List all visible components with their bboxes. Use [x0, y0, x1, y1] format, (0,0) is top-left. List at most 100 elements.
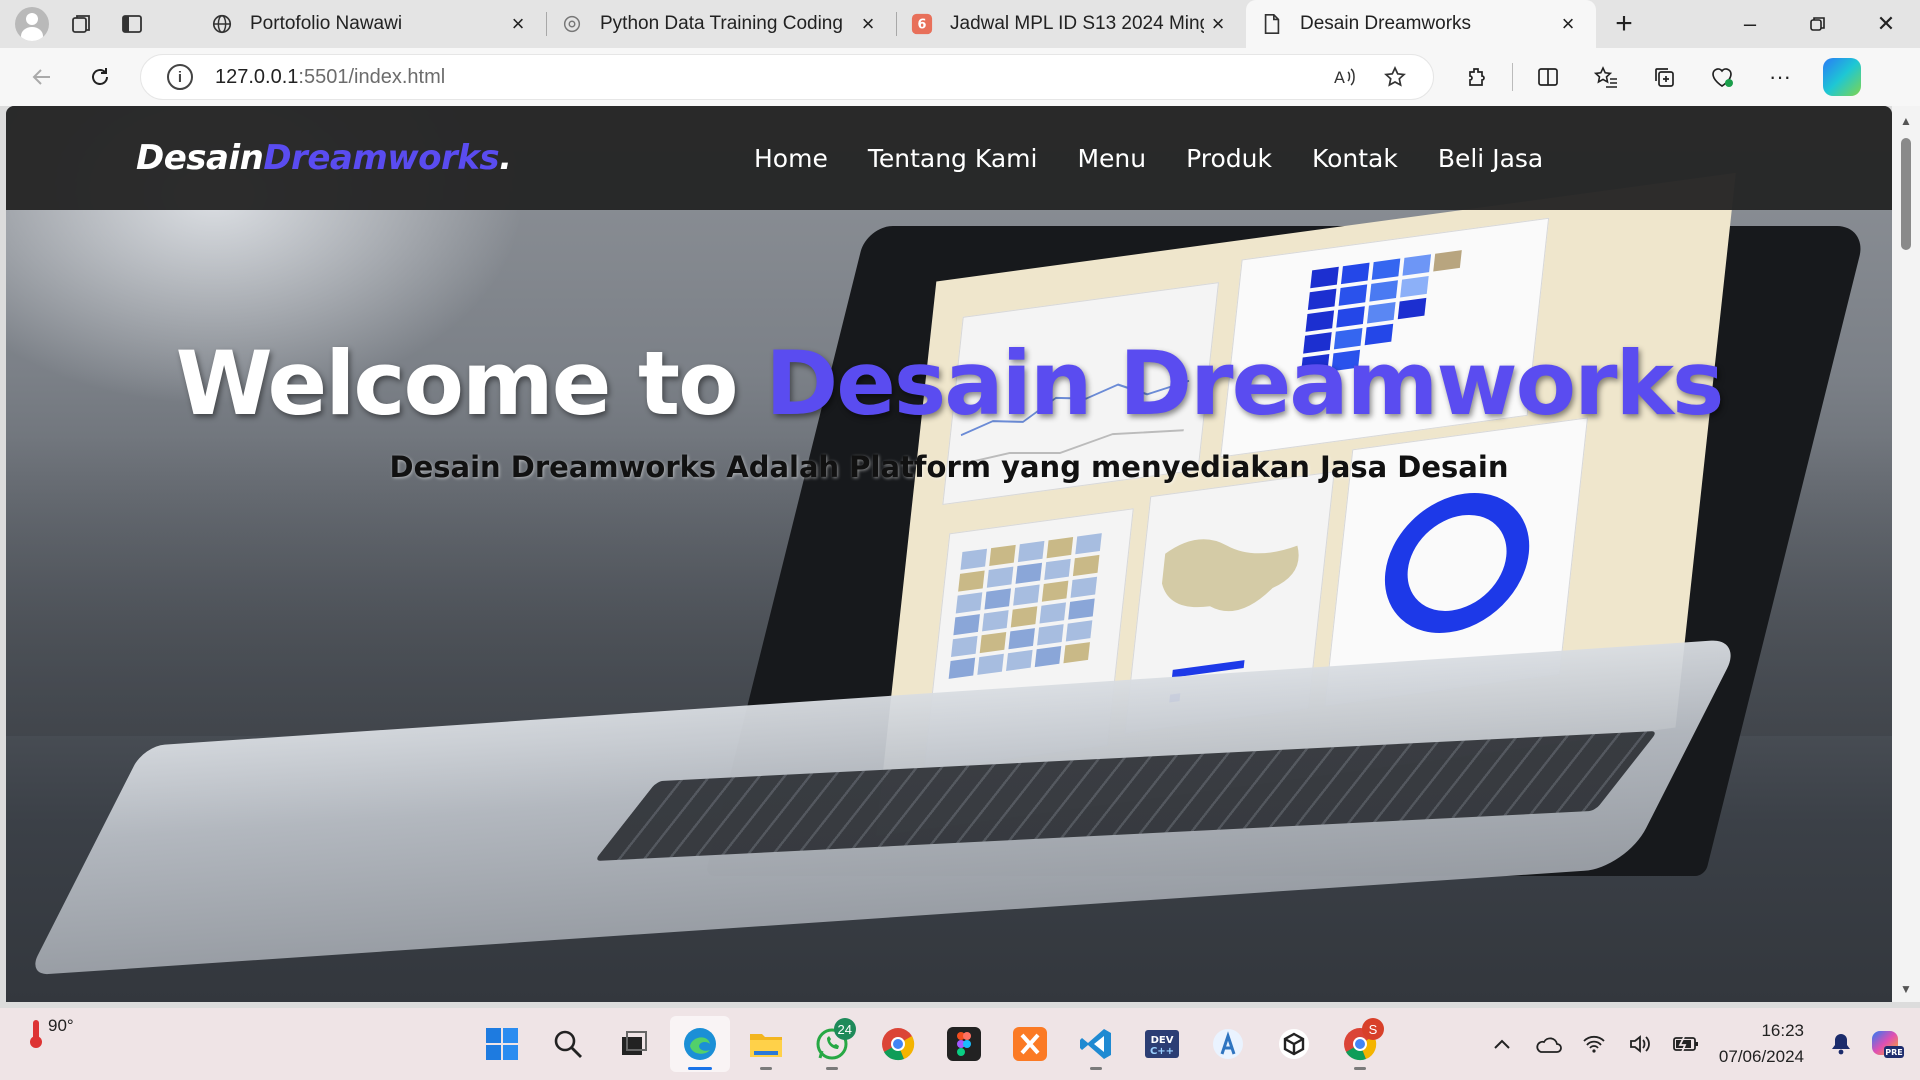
clock-date: 07/06/2024: [1718, 1047, 1804, 1066]
page-icon: [1260, 12, 1284, 36]
reload-icon: [92, 68, 108, 85]
copilot-taskbar-button[interactable]: PRE: [1864, 1021, 1910, 1067]
heart-pulse-icon: [1712, 68, 1733, 87]
start-button[interactable]: [472, 1016, 532, 1072]
taskbar-whatsapp[interactable]: 24: [802, 1016, 862, 1072]
tab-actions-button[interactable]: [112, 4, 152, 44]
favorites-button[interactable]: [1577, 54, 1635, 100]
workspaces-button[interactable]: [62, 4, 102, 44]
taskbar-android-studio[interactable]: [1198, 1016, 1258, 1072]
scrollbar-thumb[interactable]: [1901, 138, 1911, 250]
search-button[interactable]: [538, 1016, 598, 1072]
chevron-up-icon: [1494, 1039, 1510, 1049]
favorite-star-icon[interactable]: [1379, 61, 1411, 93]
read-aloud-icon[interactable]: A: [1329, 61, 1361, 93]
taskbar-devcpp[interactable]: DEV C++: [1132, 1016, 1192, 1072]
close-tab-button[interactable]: ×: [1554, 10, 1582, 38]
new-tab-button[interactable]: +: [1600, 0, 1648, 48]
copilot-button[interactable]: [1823, 58, 1861, 96]
notifications-button[interactable]: [1818, 1021, 1864, 1067]
nav-menu[interactable]: Menu: [1077, 144, 1146, 173]
page-viewport: DesainDreamworks. Home Tentang Kami Menu…: [6, 106, 1892, 1002]
more-options-button[interactable]: ···: [1751, 54, 1809, 100]
running-indicator: [760, 1067, 772, 1070]
browser-essentials-button[interactable]: [1693, 54, 1751, 100]
taskbar-file-explorer[interactable]: [736, 1016, 796, 1072]
system-tray: 16:23 07/06/2024 PRE: [1479, 1008, 1920, 1080]
nav-home[interactable]: Home: [754, 144, 828, 173]
thermometer-icon: [28, 1018, 44, 1048]
running-indicator: [1090, 1067, 1102, 1070]
tab-portofolio[interactable]: Portofolio Nawawi ×: [196, 0, 546, 48]
copilot-pre-icon: PRE: [1872, 1031, 1904, 1058]
show-hidden-icons-button[interactable]: [1479, 1021, 1525, 1067]
bell-icon: [1832, 1034, 1850, 1055]
site-logo[interactable]: DesainDreamworks.: [136, 138, 512, 178]
taskbar-figma[interactable]: [934, 1016, 994, 1072]
nav-produk[interactable]: Produk: [1186, 144, 1272, 173]
favorites-list-icon: [1593, 66, 1617, 88]
site-info-icon[interactable]: i: [167, 64, 193, 90]
tab-actions-icon: [122, 15, 142, 33]
site-navbar: DesainDreamworks. Home Tentang Kami Menu…: [6, 106, 1892, 210]
weather-temperature: 90°: [48, 1016, 74, 1035]
wifi-button[interactable]: [1571, 1021, 1617, 1067]
back-button[interactable]: [16, 51, 68, 103]
edge-browser-icon: [684, 1028, 716, 1060]
screen-time-heatmap: [948, 533, 1102, 679]
windows-taskbar: 90° 24 DEV C++ S 16:23 07/06/2024 PRE: [0, 1008, 1920, 1080]
taskbar-edge[interactable]: [670, 1016, 730, 1072]
close-tab-button[interactable]: ×: [504, 10, 532, 38]
tab-title: Portofolio Nawawi: [250, 13, 403, 34]
minimize-button[interactable]: –: [1716, 0, 1784, 48]
running-indicator: [1354, 1067, 1366, 1070]
taskbar-chrome[interactable]: [868, 1016, 928, 1072]
taskbar-unity[interactable]: [1264, 1016, 1324, 1072]
tab-python-training[interactable]: Python Data Training Coding ×: [546, 0, 896, 48]
tab-jadwal-mpl[interactable]: 6 Jadwal MPL ID S13 2024 Minggu ×: [896, 0, 1246, 48]
onedrive-button[interactable]: [1525, 1021, 1571, 1067]
close-tab-button[interactable]: ×: [1204, 10, 1232, 38]
extensions-button[interactable]: [1448, 54, 1506, 100]
chrome-icon: [882, 1028, 915, 1061]
restore-button[interactable]: [1784, 0, 1852, 48]
weather-widget[interactable]: 90°: [28, 1016, 74, 1048]
clock-time: 16:23: [1761, 1021, 1804, 1040]
toolbar-divider: [1512, 63, 1513, 91]
battery-charging-icon: [1673, 1036, 1698, 1053]
page-scrollbar[interactable]: ▲ ▼: [1892, 106, 1920, 1002]
reload-button[interactable]: [74, 51, 126, 103]
profile-badge: S: [1362, 1018, 1384, 1040]
nav-kontak[interactable]: Kontak: [1312, 144, 1398, 173]
tab-desain-dreamworks[interactable]: Desain Dreamworks ×: [1246, 0, 1596, 48]
vscode-icon: [1080, 1029, 1111, 1059]
logo-part1: Desain: [136, 138, 264, 178]
volume-button[interactable]: [1617, 1021, 1663, 1067]
split-screen-button[interactable]: [1519, 54, 1577, 100]
browser-toolbar: i 127.0.0.1:5501/index.html A ···: [0, 48, 1920, 106]
taskbar-xampp[interactable]: [1000, 1016, 1060, 1072]
address-bar[interactable]: i 127.0.0.1:5501/index.html A: [140, 54, 1434, 100]
close-tab-button[interactable]: ×: [854, 10, 882, 38]
svg-text:A: A: [1334, 68, 1345, 87]
nav-beli-jasa[interactable]: Beli Jasa: [1438, 144, 1543, 173]
task-view-button[interactable]: [604, 1016, 664, 1072]
url-text[interactable]: 127.0.0.1:5501/index.html: [215, 66, 445, 89]
battery-button[interactable]: [1663, 1021, 1709, 1067]
search-icon: [554, 1030, 582, 1058]
profile-avatar-button[interactable]: [12, 4, 52, 44]
active-indicator: [688, 1067, 712, 1070]
svg-text:C++: C++: [1150, 1046, 1174, 1057]
taskbar-chrome-profile[interactable]: S: [1330, 1016, 1390, 1072]
badge-6-icon: 6: [910, 12, 934, 36]
browser-tab-bar: Portofolio Nawawi × Python Data Training…: [0, 0, 1920, 48]
collections-button[interactable]: [1635, 54, 1693, 100]
close-window-button[interactable]: ✕: [1852, 0, 1920, 48]
clock[interactable]: 16:23 07/06/2024: [1719, 1018, 1804, 1070]
scroll-down-arrow-icon[interactable]: ▼: [1900, 982, 1912, 996]
taskbar-vscode[interactable]: [1066, 1016, 1126, 1072]
svg-text:PRE: PRE: [1885, 1048, 1903, 1057]
site-menu: Home Tentang Kami Menu Produk Kontak Bel…: [754, 106, 1543, 210]
nav-tentang-kami[interactable]: Tentang Kami: [868, 144, 1038, 173]
scroll-up-arrow-icon[interactable]: ▲: [1900, 114, 1912, 128]
